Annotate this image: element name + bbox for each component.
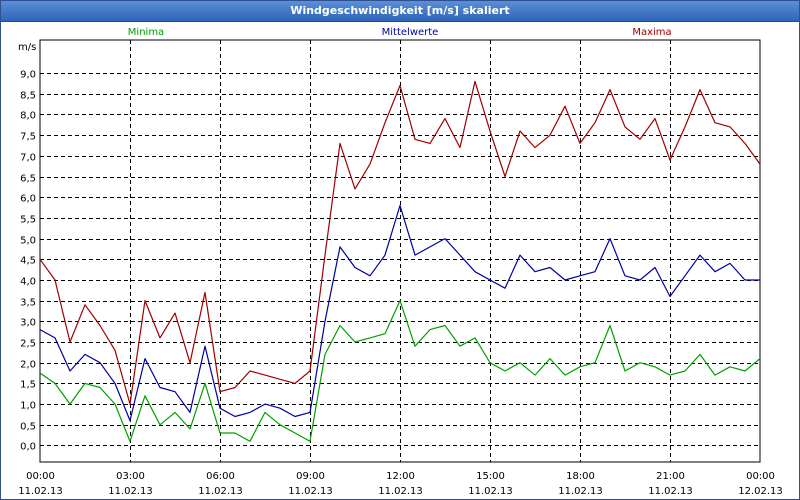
y-tick-label: 3,5 xyxy=(20,298,36,309)
x-tick-time: 15:00 xyxy=(476,471,505,482)
y-tick-label: 4,5 xyxy=(20,256,36,267)
x-tick-time: 06:00 xyxy=(206,471,235,482)
x-tick-time: 00:00 xyxy=(746,471,775,482)
y-tick-label: 2,5 xyxy=(20,339,36,350)
x-tick-date: 11.02.13 xyxy=(378,486,423,497)
x-tick-date: 11.02.13 xyxy=(198,486,243,497)
x-tick-date: 11.02.13 xyxy=(468,486,513,497)
x-tick-time: 03:00 xyxy=(116,471,145,482)
y-axis-label: m/s xyxy=(18,42,36,53)
y-tick-label: 4,0 xyxy=(20,277,36,288)
y-tick-label: 8,0 xyxy=(20,111,36,122)
x-tick-date: 11.02.13 xyxy=(108,486,153,497)
y-tick-label: 7,0 xyxy=(20,153,36,164)
legend-maxima: Maxima xyxy=(632,27,671,38)
y-tick-label: 5,5 xyxy=(20,215,36,226)
legend-minima: Minima xyxy=(128,27,164,38)
legend-mittelwerte: Mittelwerte xyxy=(382,27,439,38)
y-tick-label: 0,0 xyxy=(20,442,36,453)
y-tick-label: 6,5 xyxy=(20,174,36,185)
y-tick-label: 7,5 xyxy=(20,132,36,143)
y-tick-label: 2,0 xyxy=(20,360,36,371)
x-tick-date: 11.02.13 xyxy=(648,486,693,497)
x-tick-date: 11.02.13 xyxy=(18,486,63,497)
y-tick-label: 1,5 xyxy=(20,380,36,391)
x-tick-time: 00:00 xyxy=(26,471,55,482)
x-tick-time: 09:00 xyxy=(296,471,325,482)
y-tick-label: 9,0 xyxy=(20,70,36,81)
y-tick-label: 5,0 xyxy=(20,236,36,247)
x-tick-date: 11.02.13 xyxy=(288,486,333,497)
y-tick-label: 1,0 xyxy=(20,401,36,412)
y-tick-label: 8,5 xyxy=(20,91,36,102)
x-tick-time: 12:00 xyxy=(386,471,415,482)
y-tick-label: 0,5 xyxy=(20,422,36,433)
x-tick-date: 12.02.13 xyxy=(738,486,783,497)
line-chart: 0,0 0,5 1,0 1,5 2,0 2,5 3,0 3,5 4,0 4,5 5,0 5,5 6,0 6… xyxy=(18,27,783,497)
y-tick-label: 6,0 xyxy=(20,194,36,205)
x-tick-time: 18:00 xyxy=(566,471,595,482)
x-tick-date: 11.02.13 xyxy=(558,486,603,497)
y-tick-label: 3,0 xyxy=(20,318,36,329)
x-tick-time: 21:00 xyxy=(656,471,685,482)
